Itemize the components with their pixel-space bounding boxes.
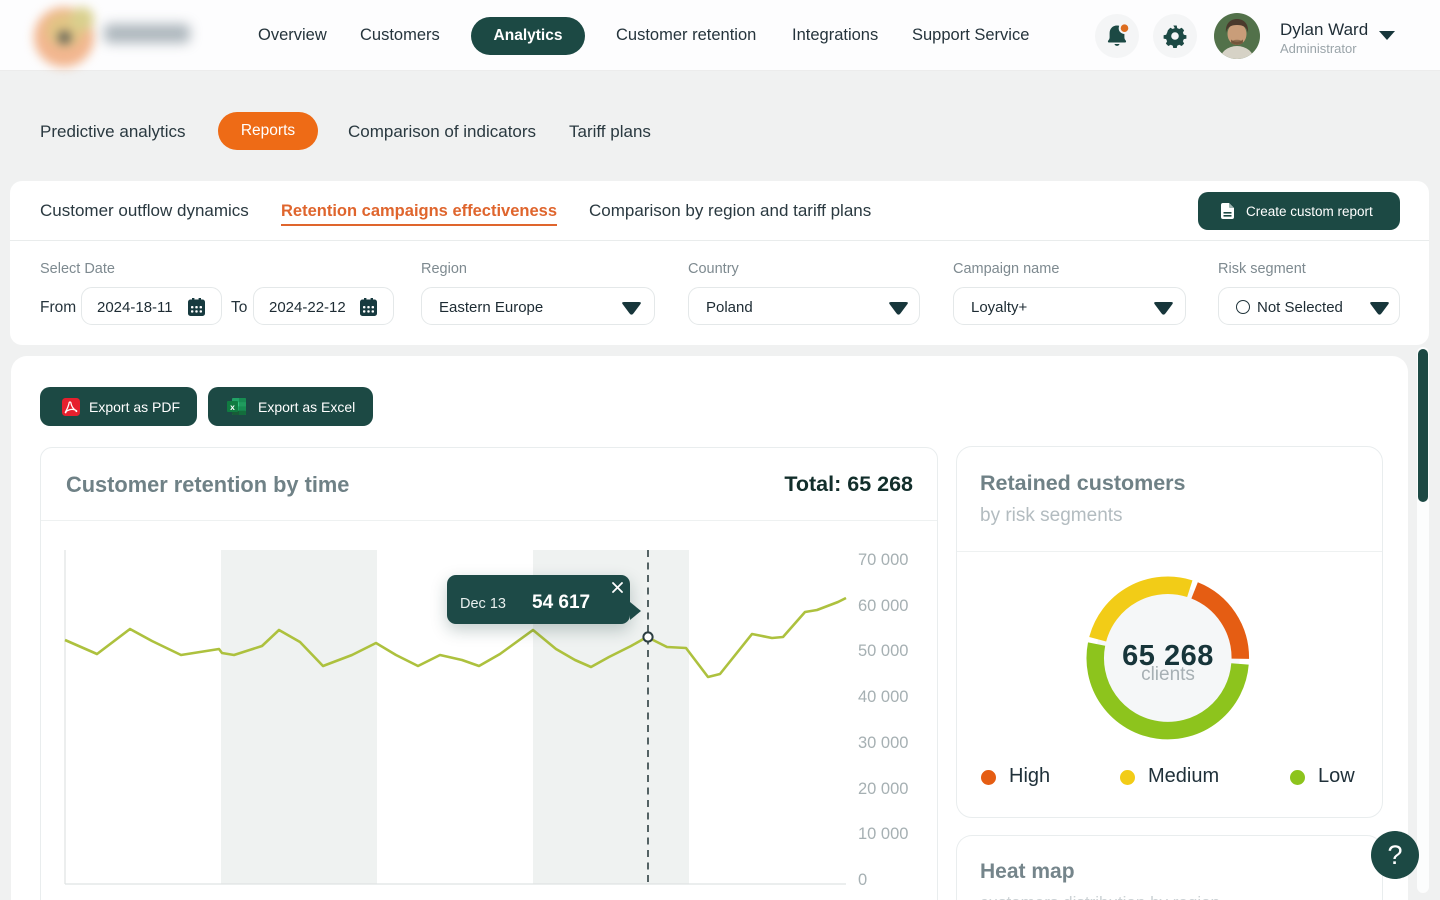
svg-text:x: x xyxy=(230,402,235,412)
